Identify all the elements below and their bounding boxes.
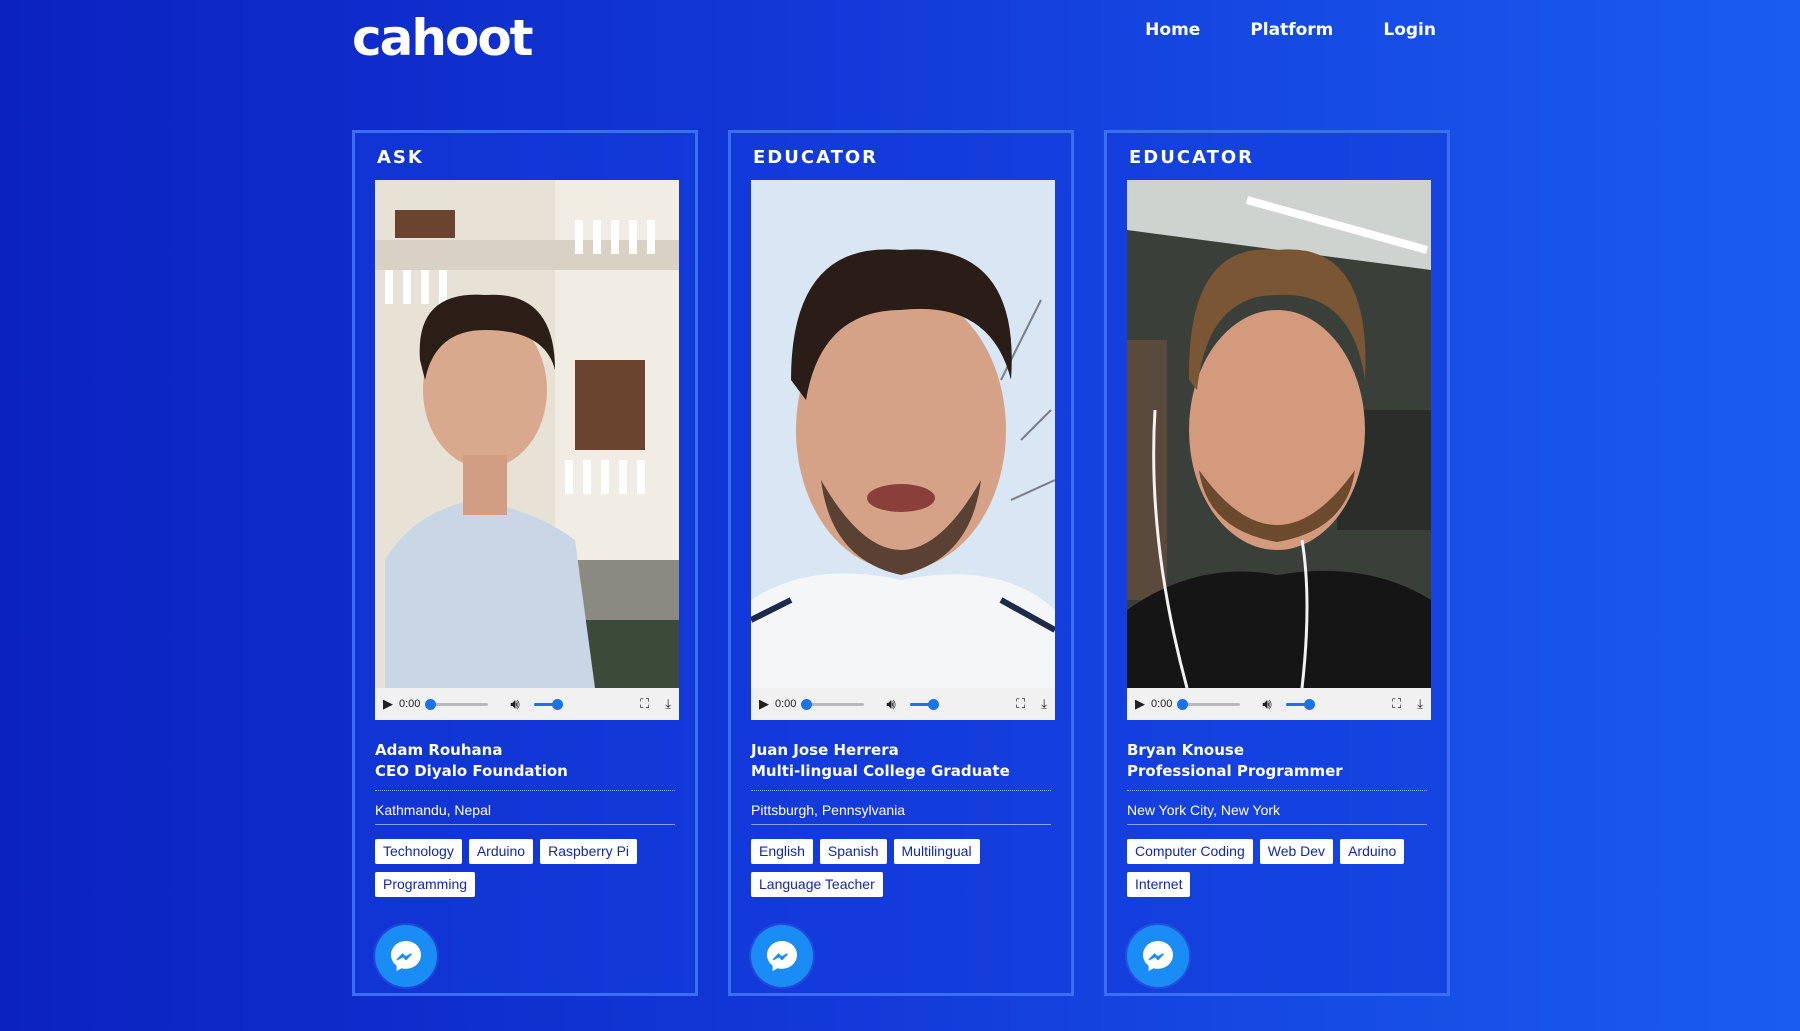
tag[interactable]: Internet	[1127, 872, 1191, 897]
person-name: Adam Rouhana	[375, 741, 503, 759]
person-name: Bryan Knouse	[1127, 741, 1245, 759]
video-controls: ▶ 0:00 🔊︎ ⛶ ⤓	[375, 688, 679, 720]
video-player[interactable]: ▶ 0:00 🔊︎ ⛶ ⤓	[375, 180, 679, 720]
top-nav: Home Platform Login	[1145, 20, 1436, 40]
profile-location: New York City, New York	[1127, 790, 1427, 825]
profile-location: Kathmandu, Nepal	[375, 790, 675, 825]
volume-slider[interactable]	[1285, 698, 1315, 710]
tag[interactable]: Multilingual	[893, 839, 980, 864]
video-time: 0:00	[399, 698, 421, 710]
card-role: EDUCATOR	[1129, 147, 1255, 168]
volume-knob[interactable]	[1303, 698, 1315, 710]
progress-knob[interactable]	[1177, 698, 1189, 710]
fullscreen-icon[interactable]: ⛶	[1016, 696, 1025, 712]
download-icon[interactable]: ⤓	[1417, 696, 1423, 712]
tag[interactable]: Web Dev	[1259, 839, 1334, 864]
profile-card: ASK ▶ 0:00 🔊︎ ⛶ ⤓ Adam Rouhana CEO Diyal…	[352, 130, 698, 996]
volume-icon[interactable]: 🔊︎	[886, 696, 895, 713]
tag-list: Computer Coding Web Dev Arduino Internet	[1127, 839, 1431, 897]
messenger-button[interactable]	[1127, 925, 1189, 987]
video-player[interactable]: ▶ 0:00 🔊︎ ⛶ ⤓	[1127, 180, 1431, 720]
download-icon[interactable]: ⤓	[665, 696, 671, 712]
logo[interactable]: cahoot	[352, 8, 534, 68]
video-time: 0:00	[1151, 698, 1173, 710]
progress-knob[interactable]	[801, 698, 813, 710]
tag[interactable]: Language Teacher	[751, 872, 883, 897]
person-title: CEO Diyalo Foundation	[375, 762, 568, 780]
messenger-button[interactable]	[375, 925, 437, 987]
card-role: EDUCATOR	[753, 147, 879, 168]
video-controls: ▶ 0:00 🔊︎ ⛶ ⤓	[751, 688, 1055, 720]
profile-name: Adam Rouhana CEO Diyalo Foundation	[375, 740, 675, 782]
profile-name: Bryan Knouse Professional Programmer	[1127, 740, 1427, 782]
person-title: Professional Programmer	[1127, 762, 1343, 780]
progress-slider[interactable]	[425, 698, 489, 710]
person-title: Multi-lingual College Graduate	[751, 762, 1010, 780]
tag-list: Technology Arduino Raspberry Pi Programm…	[375, 839, 679, 897]
volume-slider[interactable]	[909, 698, 939, 710]
profile-cards: ASK ▶ 0:00 🔊︎ ⛶ ⤓ Adam Rouhana CEO Diyal…	[352, 130, 1450, 996]
tag[interactable]: Raspberry Pi	[540, 839, 638, 864]
tag[interactable]: Arduino	[1340, 839, 1405, 864]
messenger-icon	[391, 941, 421, 971]
volume-knob[interactable]	[551, 698, 563, 710]
play-icon[interactable]: ▶	[1135, 696, 1145, 712]
tag[interactable]: Arduino	[468, 839, 534, 864]
volume-icon[interactable]: 🔊︎	[510, 696, 519, 713]
download-icon[interactable]: ⤓	[1041, 696, 1047, 712]
tag-list: English Spanish Multilingual Language Te…	[751, 839, 1055, 897]
card-role: ASK	[377, 147, 424, 168]
tag[interactable]: Computer Coding	[1127, 839, 1253, 864]
profile-card: EDUCATOR ▶ 0:00 🔊︎	[1104, 130, 1450, 996]
video-frame[interactable]	[1127, 180, 1431, 688]
fullscreen-icon[interactable]: ⛶	[1392, 696, 1401, 712]
fullscreen-icon[interactable]: ⛶	[640, 696, 649, 712]
nav-platform[interactable]: Platform	[1250, 20, 1333, 40]
play-icon[interactable]: ▶	[383, 696, 393, 712]
tag[interactable]: Technology	[375, 839, 462, 864]
person-name: Juan Jose Herrera	[751, 741, 899, 759]
progress-slider[interactable]	[801, 698, 865, 710]
video-controls: ▶ 0:00 🔊︎ ⛶ ⤓	[1127, 688, 1431, 720]
volume-slider[interactable]	[533, 698, 563, 710]
nav-login[interactable]: Login	[1383, 20, 1436, 40]
profile-card: EDUCATOR ▶ 0:00 🔊︎	[728, 130, 1074, 996]
nav-home[interactable]: Home	[1145, 20, 1200, 40]
profile-name: Juan Jose Herrera Multi-lingual College …	[751, 740, 1051, 782]
progress-slider[interactable]	[1177, 698, 1241, 710]
video-player[interactable]: ▶ 0:00 🔊︎ ⛶ ⤓	[751, 180, 1055, 720]
profile-location: Pittsburgh, Pennsylvania	[751, 790, 1051, 825]
volume-knob[interactable]	[927, 698, 939, 710]
video-frame[interactable]	[375, 180, 679, 688]
tag[interactable]: English	[751, 839, 813, 864]
messenger-button[interactable]	[751, 925, 813, 987]
messenger-icon	[1143, 941, 1173, 971]
tag[interactable]: Spanish	[819, 839, 887, 864]
progress-knob[interactable]	[425, 698, 437, 710]
tag[interactable]: Programming	[375, 872, 476, 897]
play-icon[interactable]: ▶	[759, 696, 769, 712]
volume-icon[interactable]: 🔊︎	[1262, 696, 1271, 713]
video-time: 0:00	[775, 698, 797, 710]
video-frame[interactable]	[751, 180, 1055, 688]
messenger-icon	[767, 941, 797, 971]
